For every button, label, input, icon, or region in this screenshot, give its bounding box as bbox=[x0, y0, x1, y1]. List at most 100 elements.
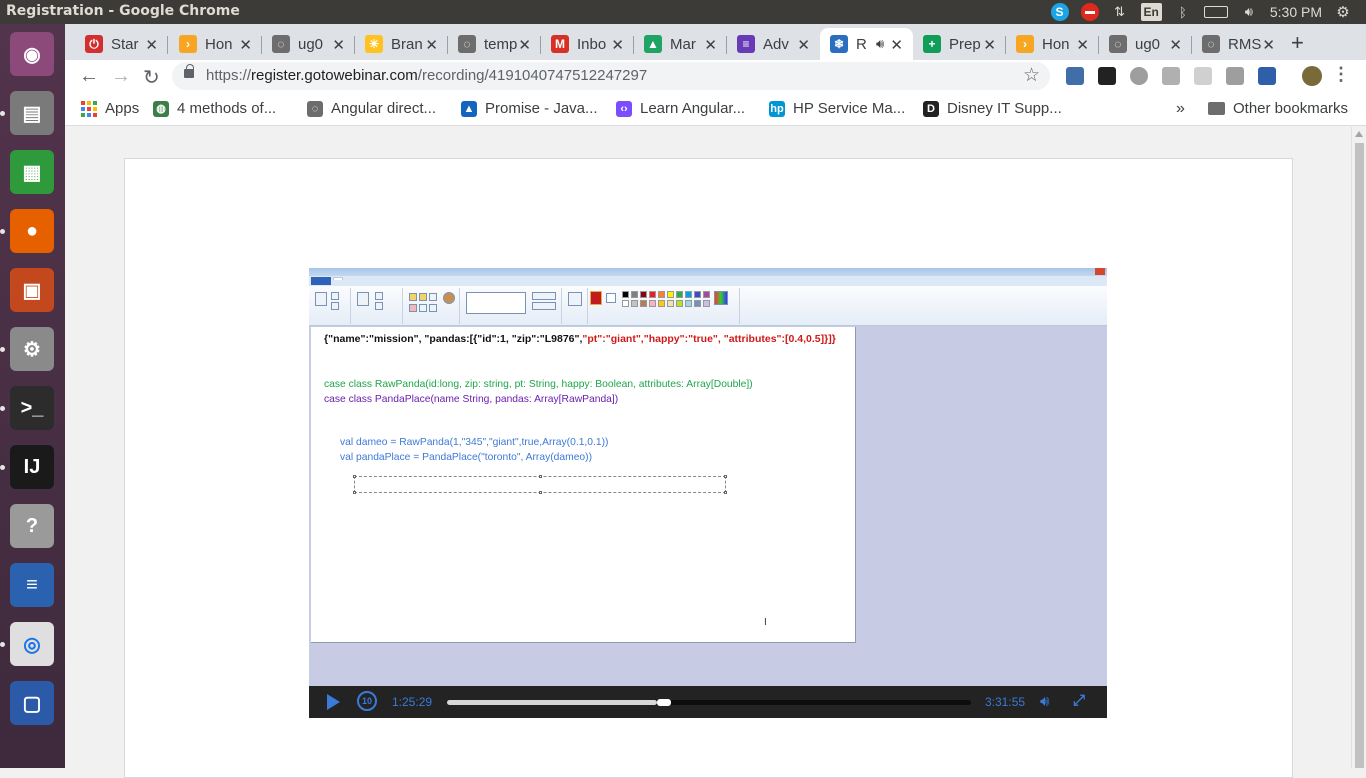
scroll-up-arrow-icon[interactable] bbox=[1355, 131, 1363, 137]
tab-favicon-icon: ◌ bbox=[1109, 35, 1127, 53]
tab-2[interactable]: ◌ ug0 ✕ bbox=[262, 28, 355, 60]
launcher-files[interactable]: ▤ bbox=[6, 87, 58, 139]
running-indicator bbox=[0, 642, 5, 647]
tab-3[interactable]: ✳ Bran ✕ bbox=[355, 28, 448, 60]
paint-canvas: {"name":"mission", "pandas:[{"id":1, "zi… bbox=[311, 327, 856, 643]
tab-close-icon[interactable]: ✕ bbox=[611, 36, 624, 54]
launcher-libreoffice-impress[interactable]: ▣ bbox=[6, 264, 58, 316]
launcher-ubuntu-dash[interactable]: ◉ bbox=[6, 28, 58, 80]
extension-icon-7[interactable] bbox=[1258, 67, 1276, 85]
bluetooth-icon[interactable]: ᛒ bbox=[1174, 3, 1192, 21]
tab-close-icon[interactable]: ✕ bbox=[797, 36, 810, 54]
extension-icon-5[interactable] bbox=[1194, 67, 1212, 85]
seek-bar[interactable] bbox=[447, 699, 971, 706]
apps-grid-icon bbox=[81, 100, 97, 117]
volume-icon[interactable]: 🔊︎ bbox=[1240, 3, 1258, 21]
system-menu-gear-icon[interactable]: ⚙ bbox=[1334, 3, 1352, 21]
skype-icon[interactable]: S bbox=[1050, 3, 1069, 21]
do-not-disturb-icon[interactable] bbox=[1080, 3, 1099, 21]
color-swatch bbox=[676, 291, 683, 298]
bookmark-item[interactable]: ‹› Learn Angular... bbox=[616, 100, 745, 117]
clock[interactable]: 5:30 PM bbox=[1270, 3, 1322, 21]
launcher-help[interactable]: ? bbox=[6, 500, 58, 552]
launcher-firefox[interactable]: ● bbox=[6, 205, 58, 257]
profile-avatar[interactable] bbox=[1302, 66, 1322, 86]
tab-10[interactable]: › Hon ✕ bbox=[1006, 28, 1099, 60]
bookmark-apps[interactable]: Apps bbox=[81, 100, 139, 117]
battery-icon[interactable] bbox=[1203, 6, 1228, 18]
tab-close-icon[interactable]: ✕ bbox=[704, 36, 717, 54]
forward-button[interactable]: → bbox=[111, 65, 131, 88]
tab-5[interactable]: M Inbo ✕ bbox=[541, 28, 634, 60]
launcher-virtualbox[interactable]: ▢ bbox=[6, 677, 58, 729]
play-button[interactable] bbox=[327, 694, 340, 710]
address-bar[interactable]: https://register.gotowebinar.com/recordi… bbox=[172, 62, 1050, 90]
tab-6[interactable]: ▲ Mar ✕ bbox=[634, 28, 727, 60]
launcher-system-settings[interactable]: ⚙ bbox=[6, 323, 58, 375]
tab-4[interactable]: ◌ temp ✕ bbox=[448, 28, 541, 60]
bookmark-item[interactable]: D Disney IT Supp... bbox=[923, 100, 1062, 117]
tab-11[interactable]: ◌ ug0 ✕ bbox=[1099, 28, 1192, 60]
tab-close-icon[interactable]: ✕ bbox=[332, 36, 345, 54]
launcher-terminal[interactable]: >_ bbox=[6, 382, 58, 434]
tab-close-icon[interactable]: ✕ bbox=[1262, 36, 1275, 54]
bookmarks-overflow-chevron[interactable]: » bbox=[1176, 100, 1185, 118]
tab-8[interactable]: ❄ R 🔊︎ ✕ bbox=[820, 28, 913, 60]
reload-button[interactable]: ↻ bbox=[143, 65, 160, 90]
bookmark-star-icon[interactable]: ☆ bbox=[1023, 64, 1040, 87]
keyboard-layout-indicator[interactable]: En bbox=[1140, 3, 1162, 21]
tab-favicon-icon: + bbox=[923, 35, 941, 53]
extension-icon-2[interactable] bbox=[1098, 67, 1116, 85]
tab-7[interactable]: ≡ Adv ✕ bbox=[727, 28, 820, 60]
scrollbar-thumb[interactable] bbox=[1355, 143, 1364, 768]
browser-toolbar: ← → ↻ https://register.gotowebinar.com/r… bbox=[65, 60, 1366, 92]
extension-icon-3[interactable] bbox=[1130, 67, 1148, 85]
bookmark-item[interactable]: ▲ Promise - Java... bbox=[461, 100, 598, 117]
launcher-libreoffice-writer[interactable]: ≡ bbox=[6, 559, 58, 611]
tab-close-icon[interactable]: ✕ bbox=[983, 36, 996, 54]
back-button[interactable]: ← bbox=[79, 65, 99, 88]
new-tab-button[interactable]: + bbox=[1291, 30, 1304, 56]
raw-panda-line: case class RawPanda(id:long, zip: string… bbox=[324, 379, 753, 390]
seek-bar-handle[interactable] bbox=[656, 699, 671, 706]
lock-icon[interactable] bbox=[184, 64, 194, 78]
rewind-10s-button[interactable]: 10 bbox=[357, 691, 377, 711]
tab-close-icon[interactable]: ✕ bbox=[1076, 36, 1089, 54]
tab-close-icon[interactable]: ✕ bbox=[425, 36, 438, 54]
url-text[interactable]: https://register.gotowebinar.com/recordi… bbox=[206, 67, 647, 84]
bookmark-item[interactable]: hp HP Service Ma... bbox=[769, 100, 905, 117]
tab-audio-icon[interactable]: 🔊︎ bbox=[876, 36, 884, 52]
tab-close-icon[interactable]: ✕ bbox=[145, 36, 158, 54]
bookmark-item[interactable]: ◍ 4 methods of... bbox=[153, 100, 276, 117]
fullscreen-icon[interactable]: ⤢ bbox=[1073, 692, 1085, 709]
tab-close-icon[interactable]: ✕ bbox=[239, 36, 252, 54]
network-transfer-icon[interactable]: ⇅ bbox=[1111, 3, 1129, 21]
color-picker-icon bbox=[419, 304, 427, 312]
color-swatch bbox=[685, 300, 692, 307]
other-bookmarks-folder[interactable]: Other bookmarks bbox=[1208, 100, 1348, 117]
video-player[interactable]: {"name":"mission", "pandas:[{"id":1, "zi… bbox=[309, 268, 1107, 718]
bookmark-item[interactable]: ◌ Angular direct... bbox=[307, 100, 436, 117]
tab-close-icon[interactable]: ✕ bbox=[1169, 36, 1182, 54]
tab-close-icon[interactable]: ✕ bbox=[890, 36, 903, 54]
extension-icon-4[interactable] bbox=[1162, 67, 1180, 85]
ubuntu-dash-icon: ◉ bbox=[10, 32, 54, 76]
bookmark-favicon-icon: ◌ bbox=[307, 100, 323, 117]
launcher-libreoffice-calc[interactable]: ▦ bbox=[6, 146, 58, 198]
tab-9[interactable]: + Prep ✕ bbox=[913, 28, 1006, 60]
tab-0[interactable]: ⏻ Star ✕ bbox=[75, 28, 168, 60]
launcher-chrome[interactable]: ◎ bbox=[6, 618, 58, 670]
page-scrollbar[interactable] bbox=[1351, 127, 1366, 768]
extension-icon-1[interactable] bbox=[1066, 67, 1084, 85]
tab-close-icon[interactable]: ✕ bbox=[518, 36, 531, 54]
launcher-intellij-idea[interactable]: IJ bbox=[6, 441, 58, 493]
terminal-icon: >_ bbox=[10, 386, 54, 430]
chrome-menu-icon[interactable]: ⋮ bbox=[1332, 64, 1350, 85]
json-line: {"name":"mission", "pandas:[{"id":1, "zi… bbox=[324, 333, 836, 345]
bookmark-apps-label: Apps bbox=[105, 100, 140, 117]
tab-1[interactable]: › Hon ✕ bbox=[169, 28, 262, 60]
tab-12[interactable]: ◌ RMS ✕ bbox=[1192, 28, 1285, 60]
camera-extension-icon[interactable] bbox=[1226, 67, 1244, 85]
volume-icon[interactable]: 🔊︎ bbox=[1040, 693, 1049, 710]
firefox-icon: ● bbox=[10, 209, 54, 253]
